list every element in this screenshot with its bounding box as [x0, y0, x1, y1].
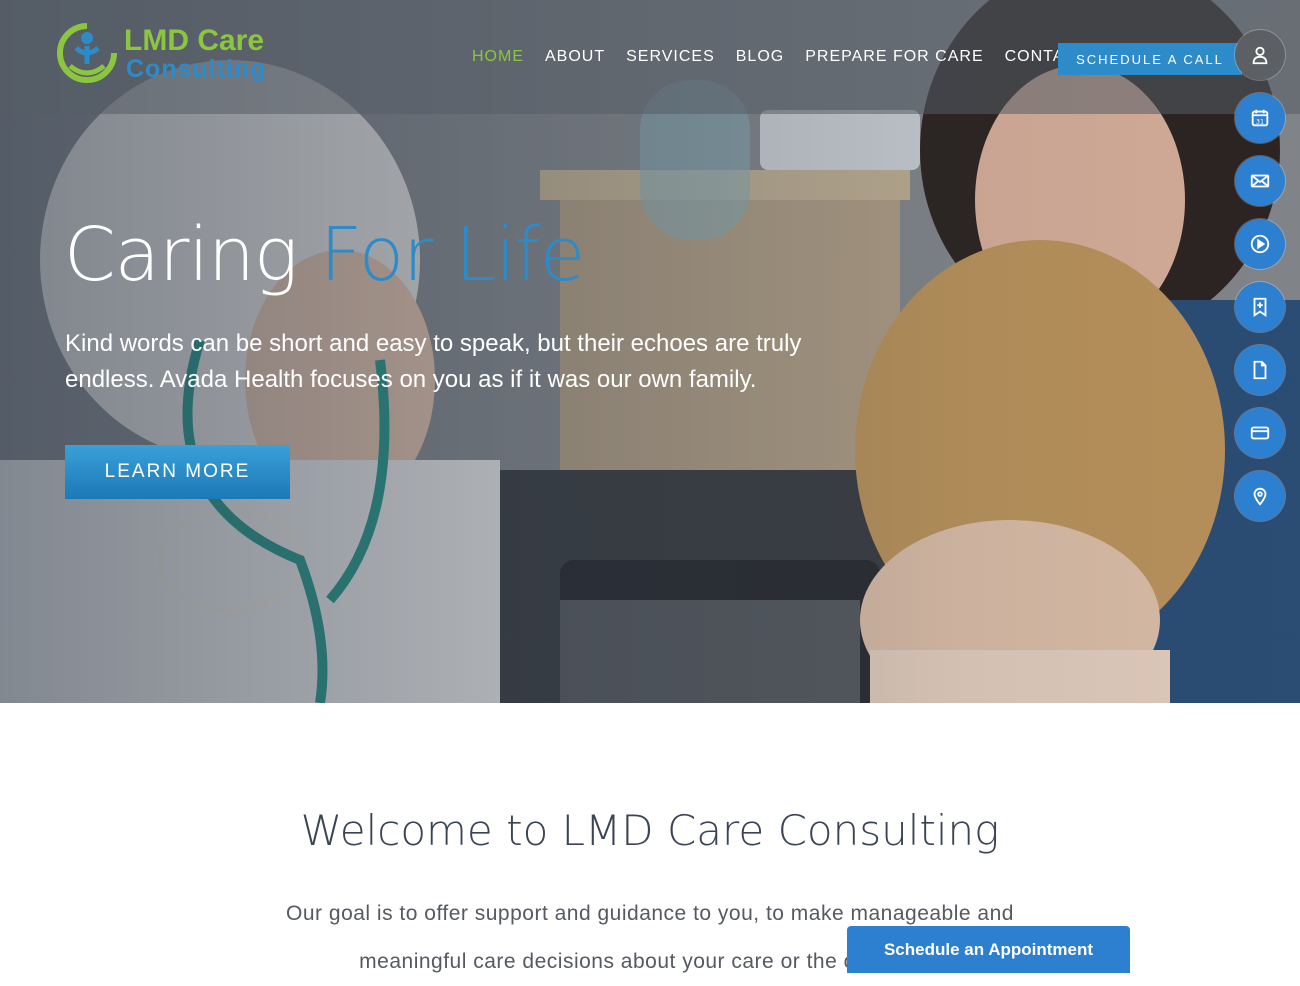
schedule-appointment-tab[interactable]: Schedule an Appointment	[847, 926, 1130, 973]
bookmark-icon[interactable]	[1235, 282, 1285, 332]
site-header: LMD Care Consulting HOME ABOUT SERVICES …	[0, 0, 1300, 114]
svg-text:31: 31	[1256, 118, 1264, 126]
nav-services[interactable]: SERVICES	[626, 48, 715, 66]
credit-card-icon[interactable]	[1235, 408, 1285, 458]
schedule-call-button[interactable]: SCHEDULE A CALL	[1058, 43, 1242, 75]
hero-title-accent: For Life	[319, 212, 586, 298]
document-icon[interactable]	[1235, 345, 1285, 395]
play-icon[interactable]	[1235, 219, 1285, 269]
hero-title-main: Caring	[64, 212, 298, 298]
logo-text-line2: Consulting	[126, 55, 267, 83]
logo[interactable]: LMD Care Consulting	[56, 22, 276, 86]
location-pin-icon[interactable]	[1235, 471, 1285, 521]
hero-title: Caring For Life	[64, 212, 586, 298]
nav-blog[interactable]: BLOG	[736, 48, 784, 66]
user-icon[interactable]	[1235, 30, 1285, 80]
calendar-icon[interactable]: 31	[1235, 93, 1285, 143]
logo-icon	[57, 23, 117, 83]
mail-icon[interactable]	[1235, 156, 1285, 206]
hero-text: Kind words can be short and easy to spea…	[65, 330, 802, 393]
main-nav: HOME ABOUT SERVICES BLOG PREPARE FOR CAR…	[472, 48, 1109, 66]
nav-home[interactable]: HOME	[472, 48, 524, 66]
nav-about[interactable]: ABOUT	[545, 48, 605, 66]
nav-prepare-for-care[interactable]: PREPARE FOR CARE	[805, 48, 983, 66]
learn-more-button[interactable]: LEARN MORE	[65, 445, 290, 499]
logo-text-line1: LMD Care	[124, 24, 265, 57]
welcome-title: Welcome to LMD Care Consulting	[300, 806, 1000, 855]
